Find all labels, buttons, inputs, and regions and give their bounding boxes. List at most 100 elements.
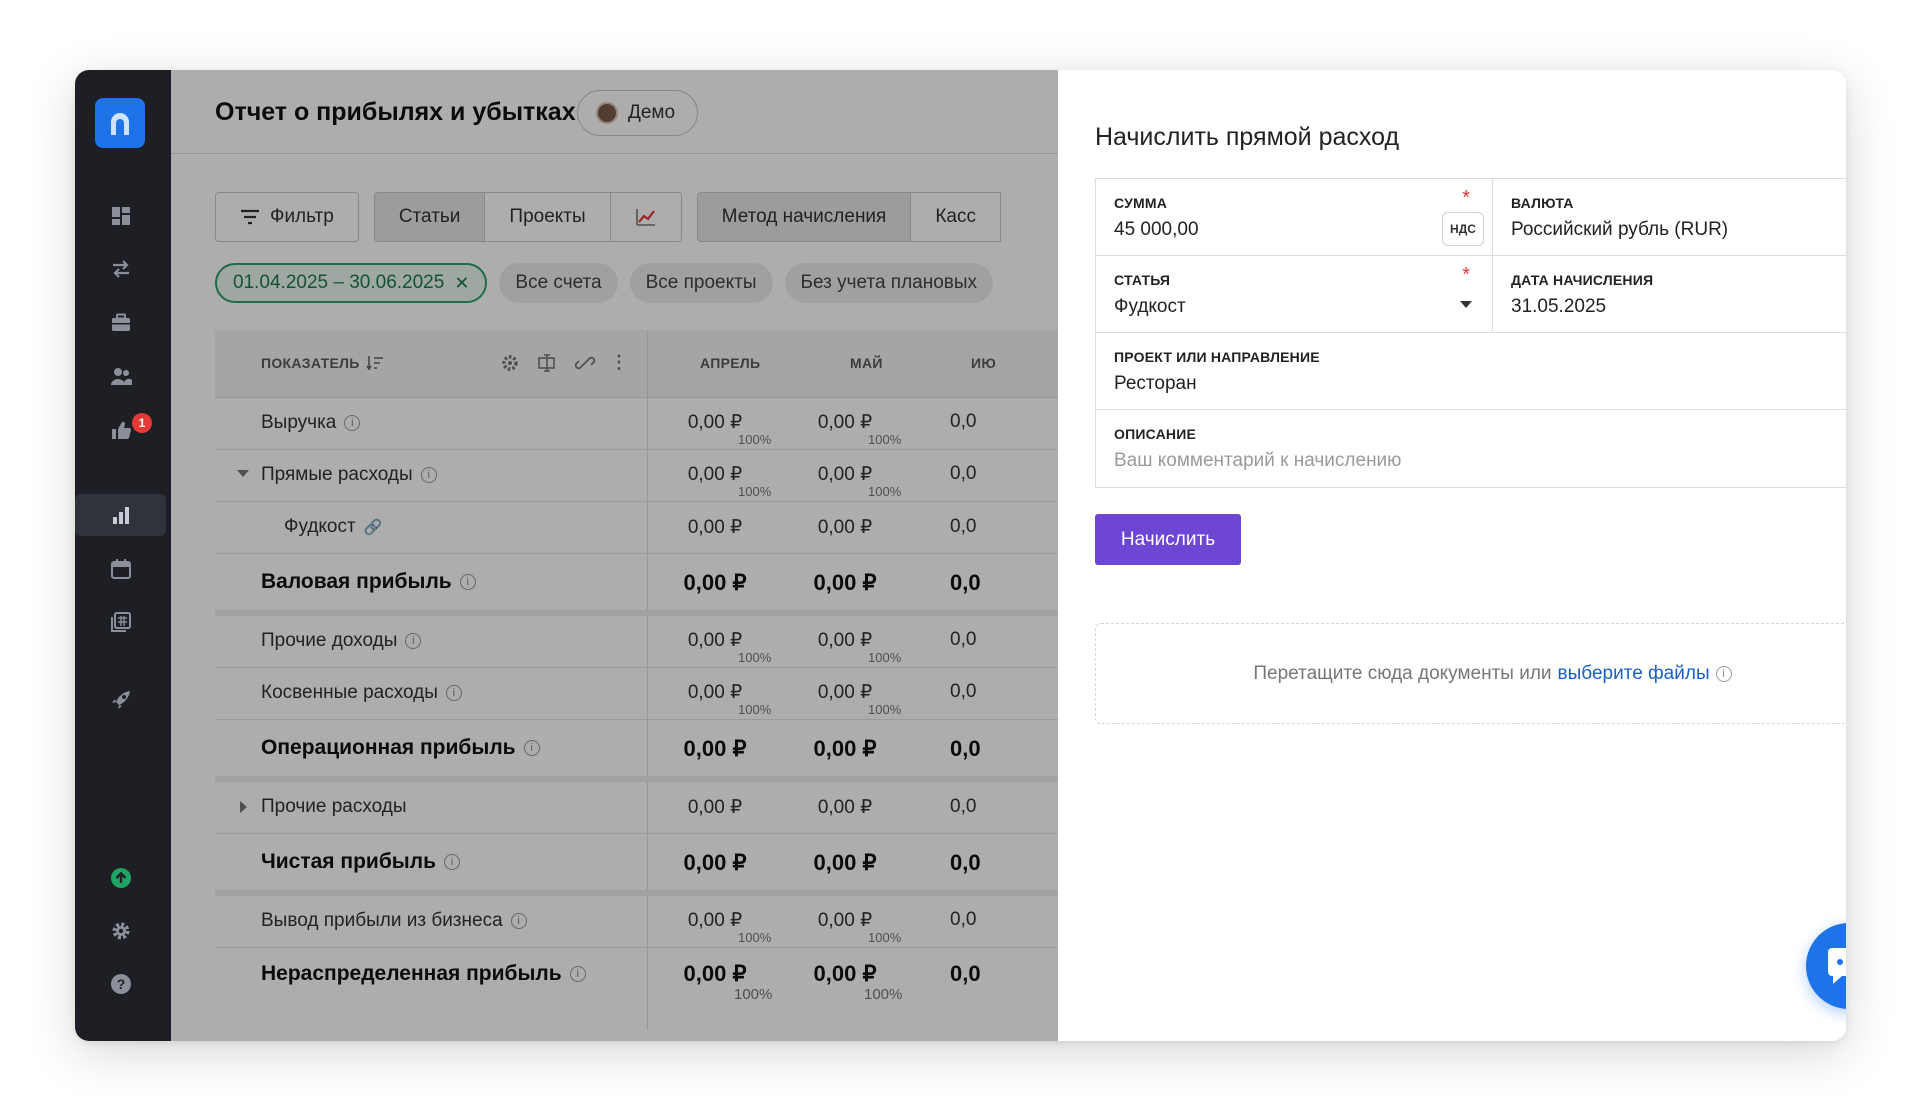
cell-june: 0,0 <box>950 516 977 537</box>
cell-may: 0,00 ₽ <box>813 736 877 761</box>
accrual-method-tab[interactable]: Метод начисления <box>696 192 912 242</box>
description-label: ОПИСАНИЕ <box>1114 426 1196 442</box>
filter-button[interactable]: Фильтр <box>215 192 359 242</box>
row-label: Прочие расходы <box>261 796 407 818</box>
cell-june: 0,0 <box>950 411 977 432</box>
avatar <box>596 102 618 124</box>
row-label: Прямые расходы i <box>261 464 437 486</box>
info-icon[interactable]: i <box>443 854 460 870</box>
project-select[interactable]: ПРОЕКТ ИЛИ НАПРАВЛЕНИЕ Ресторан <box>1096 333 1846 409</box>
submit-accrual-button[interactable]: Начислить <box>1095 514 1241 565</box>
chat-button[interactable] <box>1806 923 1846 1009</box>
info-icon[interactable]: i <box>1715 665 1732 682</box>
info-icon[interactable]: i <box>569 966 586 982</box>
date-range-chip[interactable]: 01.04.2025 – 30.06.2025 ✕ <box>215 263 488 303</box>
currency-select[interactable]: ВАЛЮТА Российский рубль (RUR) * <box>1492 179 1846 255</box>
accrual-drawer: Начислить прямой расход СУММА 45 000,00 … <box>1058 70 1846 1041</box>
row-label: Валовая прибыль i <box>261 570 476 594</box>
date-input[interactable]: 31.05.2025 <box>1511 296 1846 318</box>
cell-april: 0,00 ₽ <box>687 464 743 485</box>
info-icon[interactable]: i <box>405 633 422 649</box>
table-row[interactable]: Фудкост 🔗 0,00 ₽ 0,00 ₽ 0,0 <box>215 502 1058 554</box>
cell-may-pct: 100% <box>868 484 902 499</box>
users-icon[interactable] <box>93 355 149 397</box>
help-icon[interactable]: ? <box>93 963 149 1005</box>
expand-icon[interactable] <box>240 801 247 813</box>
date-label: ДАТА НАЧИСЛЕНИЯ <box>1511 272 1654 288</box>
table-row[interactable]: Вывод прибыли из бизнеса i 0,00 ₽ 100% 0,… <box>215 896 1058 948</box>
accrual-date-field[interactable]: ДАТА НАЧИСЛЕНИЯ 31.05.2025 * <box>1492 256 1846 332</box>
tab-projects[interactable]: Проекты <box>485 192 611 242</box>
table-row[interactable]: Прочие расходы 0,00 ₽ 0,00 ₽ 0,0 <box>215 782 1058 834</box>
sort-icon <box>365 356 383 371</box>
table-header: ПОКАЗАТЕЛЬ ⋮ АПРЕЛЬ МАЙ ИЮ <box>215 330 1058 398</box>
cell-may-pct: 100% <box>868 650 902 665</box>
link-icon[interactable]: 🔗 <box>364 518 383 536</box>
columns-icon[interactable] <box>537 353 559 373</box>
row-label-text: Чистая прибыль <box>261 850 436 873</box>
row-label-text: Нераспределенная прибыль <box>261 962 562 985</box>
vat-button[interactable]: НДС <box>1442 212 1484 246</box>
accounts-chip[interactable]: Все счета <box>499 263 618 303</box>
amount-field[interactable]: СУММА 45 000,00 * НДС <box>1096 179 1492 255</box>
gear-icon[interactable] <box>93 910 149 952</box>
row-label-text: Косвенные расходы <box>261 682 438 703</box>
projects-chip[interactable]: Все проекты <box>629 263 773 303</box>
cell-may-pct: 100% <box>868 930 902 945</box>
arrow-up-circle-icon[interactable] <box>93 857 149 899</box>
cell-april-pct: 100% <box>738 484 772 499</box>
info-icon[interactable]: i <box>420 467 437 483</box>
dashboard-icon[interactable] <box>93 195 149 237</box>
table-row[interactable]: Валовая прибыль i 0,00 ₽ 0,00 ₽ 0,0 <box>215 554 1058 616</box>
info-icon[interactable]: i <box>459 574 476 590</box>
cell-may: 0,00 ₽ <box>813 961 877 986</box>
demo-button[interactable]: Демо <box>577 90 699 136</box>
cell-may: 0,00 ₽ <box>817 682 873 703</box>
planned-chip[interactable]: Без учета плановых <box>784 263 994 303</box>
table-row[interactable]: Выручка i 0,00 ₽ 100% 0,00 ₽ 100% 0,0 <box>215 398 1058 450</box>
currency-label: ВАЛЮТА <box>1511 195 1574 211</box>
cash-method-tab[interactable]: Касс <box>911 192 1001 242</box>
link-off-icon[interactable] <box>574 352 596 374</box>
table-row[interactable]: Операционная прибыль i 0,00 ₽ 0,00 ₽ 0,0 <box>215 720 1058 782</box>
header-indicator[interactable]: ПОКАЗАТЕЛЬ <box>261 355 384 371</box>
calendar-icon[interactable] <box>93 548 149 590</box>
header-june: ИЮ <box>971 355 997 371</box>
choose-files-link[interactable]: выберите файлы <box>1558 663 1710 685</box>
tab-articles[interactable]: Статьи <box>373 192 486 242</box>
table-row[interactable]: Косвенные расходы i 0,00 ₽ 100% 0,00 ₽ 10… <box>215 668 1058 720</box>
table-row[interactable]: Чистая прибыль i 0,00 ₽ 0,00 ₽ 0,0 <box>215 834 1058 896</box>
gear-icon[interactable] <box>500 353 520 373</box>
article-select[interactable]: СТАТЬЯ Фудкост * <box>1096 256 1492 332</box>
more-icon[interactable]: ⋮ <box>610 352 628 373</box>
reports-icon[interactable] <box>75 494 166 536</box>
header-april: АПРЕЛЬ <box>700 355 761 371</box>
topbar: Отчет о прибылях и убытках Демо <box>171 70 1058 154</box>
calculator-icon[interactable] <box>93 601 149 643</box>
app-logo[interactable] <box>95 98 145 148</box>
rocket-icon[interactable] <box>93 679 149 721</box>
sidebar: 1 ? <box>75 70 171 1041</box>
chart-toggle-button[interactable] <box>610 192 682 242</box>
briefcase-icon[interactable] <box>93 302 149 344</box>
table-row[interactable]: Прочие доходы i 0,00 ₽ 100% 0,00 ₽ 100% 0… <box>215 616 1058 668</box>
description-input[interactable]: Ваш комментарий к начислению <box>1114 450 1846 472</box>
collapse-icon[interactable] <box>237 470 249 477</box>
row-label: Прочие доходы i <box>261 630 422 652</box>
amount-input[interactable]: 45 000,00 <box>1114 219 1474 241</box>
info-icon[interactable]: i <box>445 685 462 701</box>
article-value: Фудкост <box>1114 296 1186 317</box>
required-mark: * <box>1462 264 1470 286</box>
table-row[interactable]: Нераспределенная прибыль i 0,00 ₽ 100% 0,… <box>215 948 1058 1010</box>
info-icon[interactable]: i <box>510 913 527 929</box>
table-row[interactable]: Прямые расходы i 0,00 ₽ 100% 0,00 ₽ 100% … <box>215 450 1058 502</box>
article-label: СТАТЬЯ <box>1114 272 1171 288</box>
cell-june: 0,0 <box>950 736 981 761</box>
close-icon[interactable]: ✕ <box>454 273 469 294</box>
description-field[interactable]: ОПИСАНИЕ Ваш комментарий к начислению <box>1096 410 1846 487</box>
cell-april: 0,00 ₽ <box>683 570 747 595</box>
info-icon[interactable]: i <box>523 740 540 756</box>
transfer-icon[interactable] <box>93 248 149 290</box>
file-dropzone[interactable]: Перетащите сюда документы или выберите ф… <box>1095 623 1846 724</box>
info-icon[interactable]: i <box>344 415 361 431</box>
